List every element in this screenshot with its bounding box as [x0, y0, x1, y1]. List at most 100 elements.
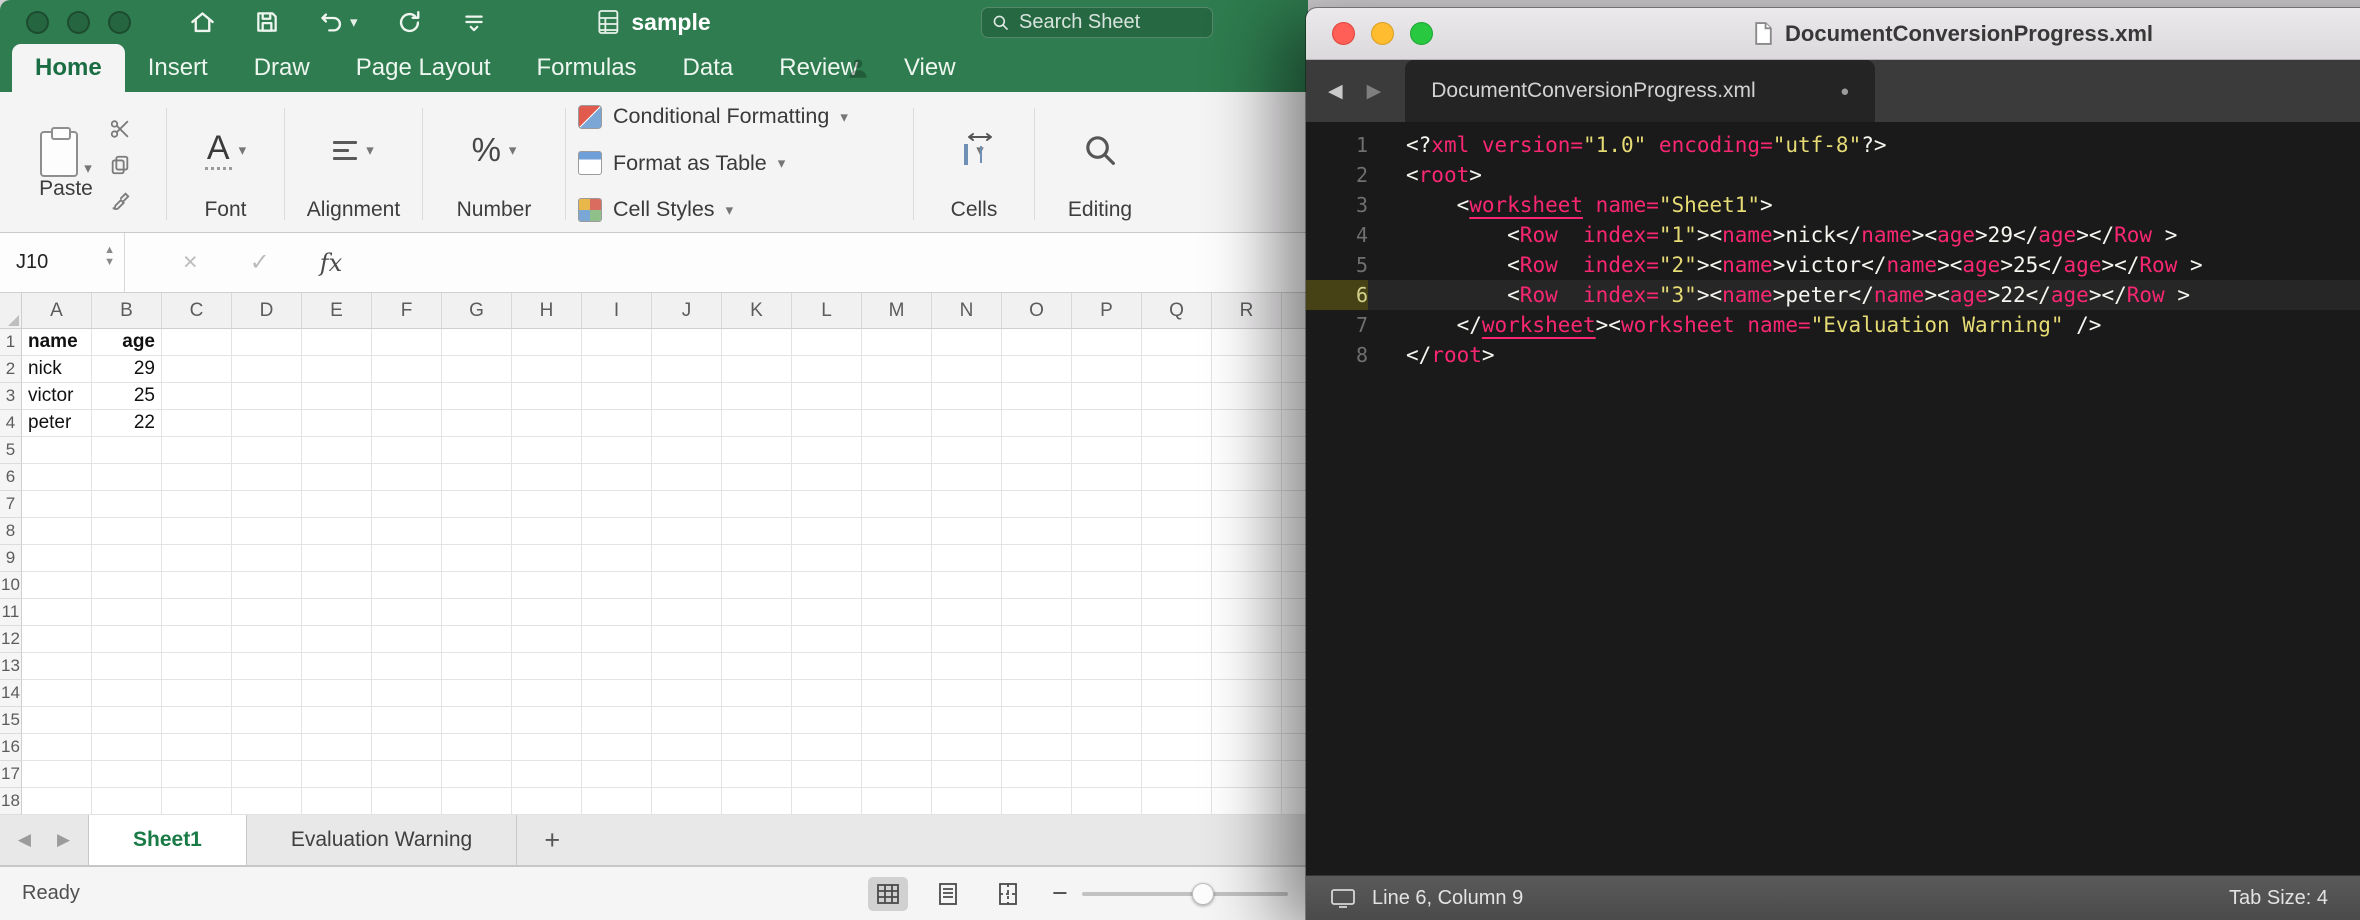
cell-C3[interactable] [162, 383, 232, 410]
cell-L14[interactable] [792, 680, 862, 707]
cell-J2[interactable] [652, 356, 722, 383]
share-person-icon[interactable] [845, 55, 871, 81]
cell-R11[interactable] [1212, 599, 1282, 626]
cell-N16[interactable] [932, 734, 1002, 761]
cell-S7[interactable] [1282, 491, 1308, 518]
cell-C8[interactable] [162, 518, 232, 545]
cell-E15[interactable] [302, 707, 372, 734]
code-line-6[interactable]: 6 <Row index="3"><name>peter</name><age>… [1306, 280, 2360, 310]
cell-P11[interactable] [1072, 599, 1142, 626]
cell-I6[interactable] [582, 464, 652, 491]
cell-A9[interactable] [22, 545, 92, 572]
formula-input[interactable] [342, 233, 1308, 292]
cell-M1[interactable] [862, 329, 932, 356]
cell-J16[interactable] [652, 734, 722, 761]
cell-E7[interactable] [302, 491, 372, 518]
cell-P5[interactable] [1072, 437, 1142, 464]
insert-function-button[interactable]: fx [320, 249, 342, 277]
cell-S6[interactable] [1282, 464, 1308, 491]
cell-L2[interactable] [792, 356, 862, 383]
cell-F13[interactable] [372, 653, 442, 680]
cell-G14[interactable] [442, 680, 512, 707]
cell-A10[interactable] [22, 572, 92, 599]
tab-size-text[interactable]: Tab Size: 4 [2229, 887, 2328, 910]
copy-icon[interactable] [109, 154, 131, 176]
cell-G1[interactable] [442, 329, 512, 356]
cell-F14[interactable] [372, 680, 442, 707]
cell-C14[interactable] [162, 680, 232, 707]
cell-F5[interactable] [372, 437, 442, 464]
zoom-window-button[interactable] [108, 11, 131, 34]
cell-O13[interactable] [1002, 653, 1072, 680]
cell-P13[interactable] [1072, 653, 1142, 680]
ribbon-tab-data[interactable]: Data [660, 44, 757, 92]
cell-E16[interactable] [302, 734, 372, 761]
cell-L4[interactable] [792, 410, 862, 437]
column-header-C[interactable]: C [162, 293, 232, 329]
cell-O14[interactable] [1002, 680, 1072, 707]
cell-Q17[interactable] [1142, 761, 1212, 788]
cell-F8[interactable] [372, 518, 442, 545]
cell-C7[interactable] [162, 491, 232, 518]
cell-I15[interactable] [582, 707, 652, 734]
page-layout-view-button[interactable] [928, 877, 968, 911]
row-header-7[interactable]: 7 [0, 491, 22, 518]
cell-G2[interactable] [442, 356, 512, 383]
font-group[interactable]: A ▾ Font [173, 96, 278, 232]
cell-K8[interactable] [722, 518, 792, 545]
cell-H10[interactable] [512, 572, 582, 599]
cell-N7[interactable] [932, 491, 1002, 518]
cell-F1[interactable] [372, 329, 442, 356]
cell-P12[interactable] [1072, 626, 1142, 653]
cell-O4[interactable] [1002, 410, 1072, 437]
column-header-J[interactable]: J [652, 293, 722, 329]
cell-J17[interactable] [652, 761, 722, 788]
cell-L17[interactable] [792, 761, 862, 788]
row-header-8[interactable]: 8 [0, 518, 22, 545]
cell-N2[interactable] [932, 356, 1002, 383]
cell-L6[interactable] [792, 464, 862, 491]
format-as-table-caret-icon[interactable]: ▾ [778, 154, 786, 172]
cell-J7[interactable] [652, 491, 722, 518]
cell-F17[interactable] [372, 761, 442, 788]
cell-Q15[interactable] [1142, 707, 1212, 734]
cell-Q7[interactable] [1142, 491, 1212, 518]
cell-R13[interactable] [1212, 653, 1282, 680]
cell-J9[interactable] [652, 545, 722, 572]
cell-C16[interactable] [162, 734, 232, 761]
cell-J12[interactable] [652, 626, 722, 653]
cell-S4[interactable] [1282, 410, 1308, 437]
cell-E3[interactable] [302, 383, 372, 410]
cell-M3[interactable] [862, 383, 932, 410]
cell-I18[interactable] [582, 788, 652, 815]
cell-P6[interactable] [1072, 464, 1142, 491]
cell-styles-button[interactable]: Cell Styles ▾ [578, 197, 907, 222]
cell-J1[interactable] [652, 329, 722, 356]
editor-file-tab[interactable]: DocumentConversionProgress.xml ● [1405, 60, 1875, 122]
cell-P1[interactable] [1072, 329, 1142, 356]
cell-Q4[interactable] [1142, 410, 1212, 437]
cell-N18[interactable] [932, 788, 1002, 815]
cell-K3[interactable] [722, 383, 792, 410]
cell-R8[interactable] [1212, 518, 1282, 545]
cell-D11[interactable] [232, 599, 302, 626]
cell-S14[interactable] [1282, 680, 1308, 707]
cell-M2[interactable] [862, 356, 932, 383]
cell-O8[interactable] [1002, 518, 1072, 545]
cell-O12[interactable] [1002, 626, 1072, 653]
row-header-15[interactable]: 15 [0, 707, 22, 734]
cell-I5[interactable] [582, 437, 652, 464]
cell-M5[interactable] [862, 437, 932, 464]
code-line-5[interactable]: 5 <Row index="2"><name>victor</name><age… [1306, 250, 2360, 280]
zoom-slider[interactable] [1082, 892, 1288, 896]
cell-D16[interactable] [232, 734, 302, 761]
cell-J15[interactable] [652, 707, 722, 734]
cell-M10[interactable] [862, 572, 932, 599]
cell-B14[interactable] [92, 680, 162, 707]
column-header-L[interactable]: L [792, 293, 862, 329]
column-header-K[interactable]: K [722, 293, 792, 329]
cell-S3[interactable] [1282, 383, 1308, 410]
cell-I7[interactable] [582, 491, 652, 518]
cell-A17[interactable] [22, 761, 92, 788]
search-input[interactable]: Search Sheet [981, 7, 1213, 38]
